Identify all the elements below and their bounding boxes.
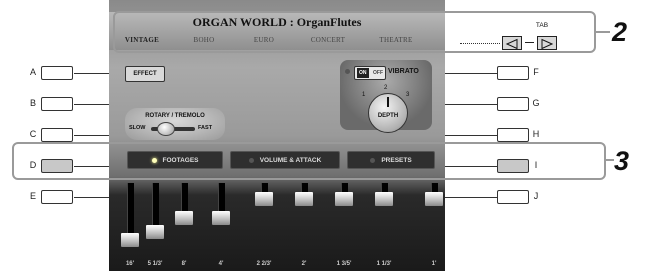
drawbar-footage-label: 8' (181, 261, 187, 267)
rotary-slow-label: SLOW (129, 125, 146, 131)
drawbar-cap[interactable] (375, 192, 393, 206)
key-label-h: H (532, 129, 540, 139)
button-j[interactable] (497, 190, 529, 204)
callout-number-2: 2 (612, 17, 628, 47)
drawbar-footage-label: 1 1/3' (376, 261, 392, 267)
vibrato-on-label: ON (357, 68, 369, 78)
leader-line (445, 197, 497, 198)
drawbar-cap[interactable] (425, 192, 443, 206)
drawbar-cap[interactable] (295, 192, 313, 206)
callout-leader-3 (606, 159, 614, 161)
vibrato-label: VIBRATO (388, 68, 419, 75)
vibrato-off-label: OFF (373, 70, 383, 76)
drawbar-rod (127, 183, 134, 233)
drawbar-rod (341, 183, 348, 192)
key-label-b: B (29, 98, 36, 108)
drawbar-footage-label: 5 1/3' (147, 261, 163, 267)
drawbar-rod (381, 183, 388, 192)
leader-line (445, 135, 497, 136)
callout-leader-2 (596, 31, 610, 33)
button-f[interactable] (497, 66, 529, 80)
key-label-g: G (532, 98, 540, 108)
drawbar-rod (261, 183, 268, 192)
leader-line (445, 73, 497, 74)
button-e[interactable] (41, 190, 73, 204)
depth-mark-2: 2 (384, 85, 388, 91)
callout-box-3 (12, 142, 606, 180)
button-h[interactable] (497, 128, 529, 142)
button-c[interactable] (41, 128, 73, 142)
drawbar-footage-label: 4' (218, 261, 224, 267)
button-a[interactable] (41, 66, 73, 80)
drawbar-footage-label: 2 2/3' (256, 261, 272, 267)
drawbar-footage-label: 2' (301, 261, 307, 267)
drawbar-rod (431, 183, 438, 192)
drawbar-cap[interactable] (146, 225, 164, 239)
rotary-switch[interactable] (157, 122, 175, 136)
callout-number-3: 3 (614, 146, 630, 176)
depth-mark-1: 1 (362, 92, 366, 98)
drawbar-rod (218, 183, 225, 211)
drawbar-cap[interactable] (121, 233, 139, 247)
drawbar-cap[interactable] (255, 192, 273, 206)
key-label-c: C (29, 129, 37, 139)
drawbar-footage-label: 1' (431, 261, 437, 267)
callout-box-2 (113, 11, 596, 53)
depth-knob[interactable]: DEPTH (368, 93, 408, 133)
leader-line (74, 104, 109, 105)
vibrato-switch[interactable]: ON OFF (354, 66, 386, 80)
depth-label: DEPTH (377, 113, 399, 119)
drawbar-cap[interactable] (212, 211, 230, 225)
rotary-fast-label: FAST (198, 125, 213, 131)
drawbar-cap[interactable] (335, 192, 353, 206)
button-b[interactable] (41, 97, 73, 111)
effect-button[interactable]: EFFECT (125, 66, 165, 82)
rotary-label: ROTARY / TREMOLO (145, 113, 205, 119)
drawbar-rod (152, 183, 159, 225)
key-label-f: F (533, 67, 539, 77)
vibrato-led (345, 69, 350, 74)
leader-line (445, 104, 497, 105)
drawbar-rod (301, 183, 308, 192)
key-label-j: J (533, 191, 539, 201)
leader-line (74, 135, 109, 136)
key-label-a: A (29, 67, 36, 77)
leader-line (74, 197, 109, 198)
leader-line (74, 73, 109, 74)
depth-knob-pointer (387, 97, 389, 107)
rotary-panel: ROTARY / TREMOLO SLOW FAST (125, 108, 225, 140)
depth-mark-3: 3 (406, 92, 410, 98)
drawbar-footage-label: 1 3/5' (336, 261, 352, 267)
button-g[interactable] (497, 97, 529, 111)
drawbar-rod (181, 183, 188, 211)
key-label-e: E (29, 191, 36, 201)
drawbar-cap[interactable] (175, 211, 193, 225)
